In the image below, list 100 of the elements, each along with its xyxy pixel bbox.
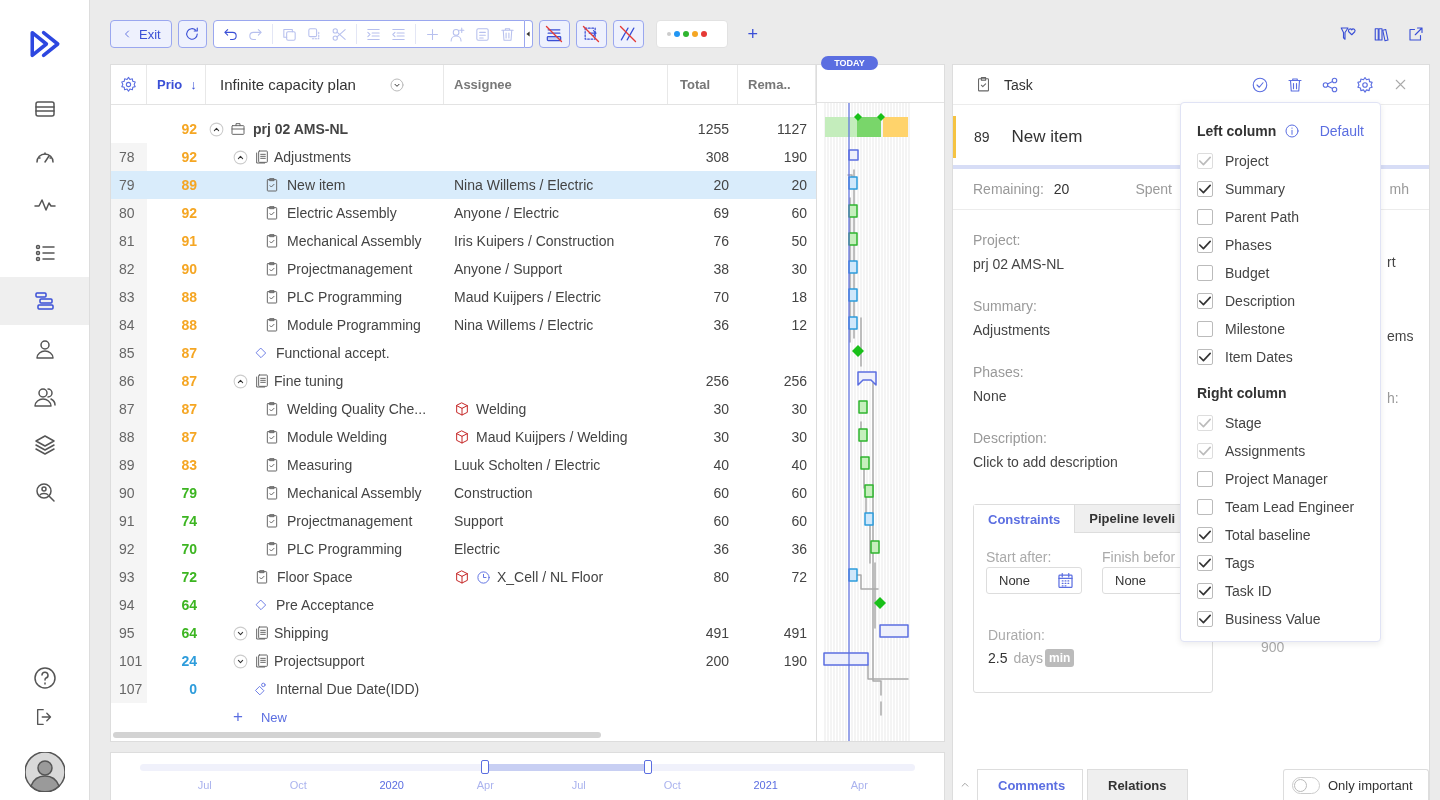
item-name[interactable]: Internal Due Date(IDD) <box>276 681 420 697</box>
dropdown-icon[interactable] <box>389 76 405 93</box>
calendar-icon[interactable] <box>1058 573 1073 588</box>
refresh-button[interactable] <box>177 20 207 48</box>
toggle-icon[interactable] <box>232 372 249 390</box>
table-row[interactable]: 79 89 New item Nina Willems / Electric 20 20 <box>111 171 816 199</box>
info-icon[interactable] <box>1284 123 1301 139</box>
toggle-icon[interactable] <box>232 148 249 166</box>
selection-icon[interactable] <box>581 24 602 44</box>
books-icon[interactable] <box>1373 25 1391 43</box>
item-name[interactable]: Fine tuning <box>274 373 344 389</box>
item-name[interactable]: Projectsupport <box>274 653 365 669</box>
item-name[interactable]: Shipping <box>274 625 329 641</box>
new-item-button[interactable]: + New <box>229 703 291 731</box>
option-label[interactable]: Budget <box>1225 265 1270 281</box>
checkbox[interactable] <box>1197 499 1213 515</box>
item-name[interactable]: PLC Programming <box>287 541 403 557</box>
sort-arrow[interactable]: ↓ <box>190 77 197 92</box>
range-handle[interactable] <box>480 760 489 774</box>
item-name[interactable]: Pre Acceptance <box>276 597 375 613</box>
range-handle[interactable] <box>643 760 652 774</box>
tab[interactable]: Relations <box>1087 769 1188 800</box>
toggle-icon[interactable] <box>232 624 249 642</box>
checkbox[interactable] <box>1197 209 1213 225</box>
option-label[interactable]: Total baseline <box>1225 527 1311 543</box>
option-label[interactable]: Task ID <box>1225 583 1272 599</box>
scrollbar[interactable] <box>113 732 601 738</box>
item-name[interactable]: Projectmanagement <box>287 513 413 529</box>
field-value[interactable]: prj 02 AMS-NL <box>973 256 1065 276</box>
item-name[interactable]: prj 02 AMS-NL <box>253 121 349 137</box>
item-name[interactable]: Module Welding <box>287 429 388 445</box>
checkbox[interactable] <box>1197 611 1213 627</box>
checkbox[interactable] <box>1197 471 1213 487</box>
item-name[interactable]: Functional accept. <box>276 345 390 361</box>
field-value[interactable]: None <box>973 388 1007 408</box>
option-label[interactable]: Summary <box>1225 181 1285 197</box>
toggle-icon[interactable] <box>232 652 249 670</box>
option-label[interactable]: Tags <box>1225 555 1255 571</box>
option-label[interactable]: Item Dates <box>1225 349 1293 365</box>
selection-toggle[interactable] <box>575 20 607 48</box>
item-name[interactable]: Projectmanagement <box>287 261 413 277</box>
item-name[interactable]: Module Programming <box>287 317 421 333</box>
item-name[interactable]: Mechanical Assembly <box>287 485 422 501</box>
checkbox[interactable] <box>1197 321 1213 337</box>
row-view-icon[interactable] <box>544 24 565 44</box>
option-label[interactable]: Milestone <box>1225 321 1285 337</box>
item-name[interactable]: Measuring <box>287 457 353 473</box>
item-name[interactable]: PLC Programming <box>287 289 403 305</box>
field-value[interactable]: Adjustments <box>973 322 1051 342</box>
avatar[interactable] <box>24 752 65 792</box>
external-link-icon[interactable] <box>1407 25 1425 43</box>
nav-item[interactable] <box>0 277 89 325</box>
item-name[interactable]: Adjustments <box>274 149 352 165</box>
item-name[interactable]: Floor Space <box>277 569 353 585</box>
add-button[interactable]: + <box>741 23 764 45</box>
checkbox[interactable] <box>1197 293 1213 309</box>
option-label[interactable]: Business Value <box>1225 611 1321 627</box>
checkbox[interactable] <box>1197 583 1213 599</box>
row-view-toggle[interactable] <box>538 20 570 48</box>
option-label[interactable]: Team Lead Engineer <box>1225 499 1355 515</box>
column-header[interactable]: Prio <box>157 77 183 92</box>
option-label[interactable]: Description <box>1225 293 1296 309</box>
settings-icon[interactable] <box>1356 75 1374 94</box>
help-icon[interactable] <box>32 666 57 690</box>
toggle-switch[interactable] <box>1292 776 1320 794</box>
option-label[interactable]: Parent Path <box>1225 209 1299 225</box>
column-header[interactable]: Assignee <box>454 77 512 92</box>
default-link[interactable]: Default <box>1319 123 1364 139</box>
item-name[interactable]: Electric Assembly <box>287 205 397 221</box>
tab[interactable]: Comments <box>977 769 1083 800</box>
settings-icon[interactable] <box>120 76 137 93</box>
tab[interactable]: Constraints <box>974 505 1076 533</box>
checkbox[interactable] <box>1197 181 1213 197</box>
link-toggle[interactable] <box>612 20 644 48</box>
checkbox[interactable] <box>1197 237 1213 253</box>
color-filter[interactable] <box>655 20 728 48</box>
column-header[interactable]: Rema.. <box>748 77 791 92</box>
filter-heart-icon[interactable] <box>1339 25 1357 43</box>
checkbox[interactable] <box>1197 265 1213 281</box>
option-label[interactable]: Project Manager <box>1225 471 1328 487</box>
check-circle-icon[interactable] <box>1251 75 1269 94</box>
share-icon[interactable] <box>1321 75 1339 94</box>
field-value[interactable]: Click to add description <box>973 454 1118 474</box>
item-title[interactable]: New item <box>1011 127 1083 147</box>
option-label[interactable]: Phases <box>1225 237 1272 253</box>
toggle-icon[interactable] <box>208 120 225 138</box>
link-icon[interactable] <box>618 24 639 44</box>
item-name[interactable]: Welding Quality Che... <box>287 401 427 417</box>
exit-button[interactable]: Exit <box>110 20 172 48</box>
duration-value[interactable]: 2.5 <box>988 650 1008 666</box>
collapse-button[interactable] <box>524 20 533 48</box>
checkbox[interactable] <box>1197 527 1213 543</box>
trash-icon[interactable] <box>1286 75 1304 94</box>
column-header[interactable]: Total <box>680 77 711 92</box>
checkbox[interactable] <box>1197 349 1213 365</box>
checkbox[interactable] <box>1197 555 1213 571</box>
date-field[interactable]: None <box>986 567 1082 594</box>
item-name[interactable]: New item <box>287 177 346 193</box>
plan-title[interactable]: Infinite capacity plan <box>220 76 356 93</box>
item-name[interactable]: Mechanical Assembly <box>287 233 422 249</box>
